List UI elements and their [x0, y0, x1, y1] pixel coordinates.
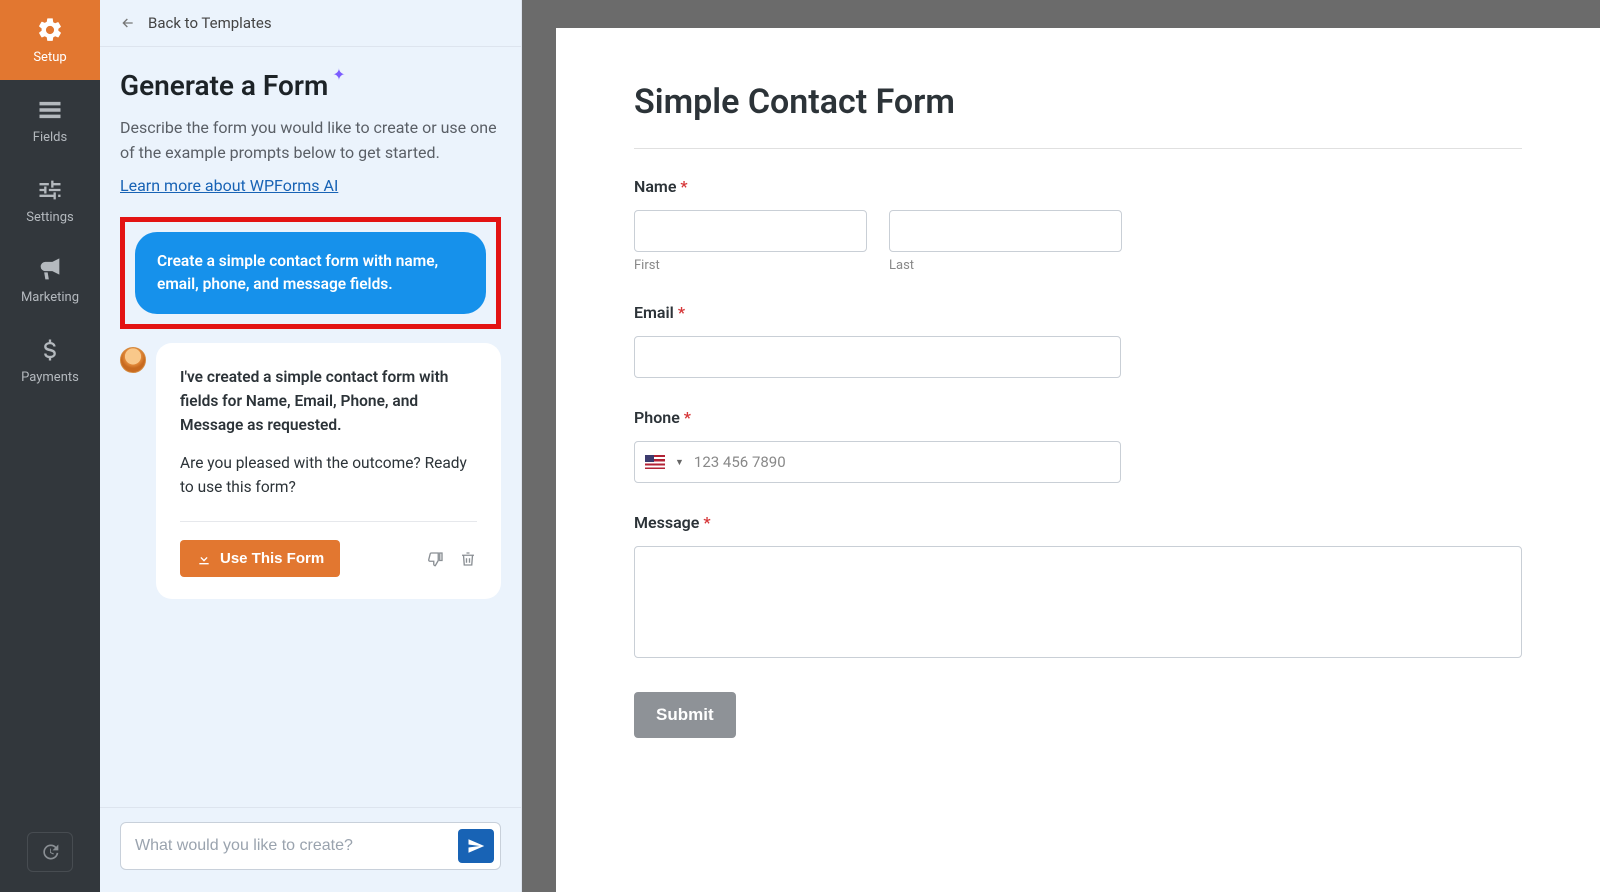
- submit-button[interactable]: Submit: [634, 692, 736, 738]
- flag-caret-icon: ▼: [675, 457, 684, 468]
- left-nav: Setup Fields Settings Marketing Payments: [0, 0, 100, 892]
- nav-label: Setup: [33, 50, 66, 65]
- message-label: Message*: [634, 513, 1522, 532]
- nav-fields[interactable]: Fields: [0, 80, 100, 160]
- phone-placeholder: 123 456 7890: [694, 453, 786, 471]
- gear-icon: [36, 16, 64, 44]
- nav-marketing[interactable]: Marketing: [0, 240, 100, 320]
- nav-label: Settings: [26, 210, 73, 225]
- use-btn-label: Use This Form: [220, 550, 324, 567]
- ai-message: I've created a simple contact form with …: [156, 343, 501, 599]
- arrow-left-icon: [120, 15, 136, 31]
- history-icon: [40, 842, 60, 862]
- ai-response-1: I've created a simple contact form with …: [180, 365, 477, 437]
- learn-more-link[interactable]: Learn more about WPForms AI: [120, 176, 338, 195]
- panel-title: Generate a Form: [120, 69, 328, 102]
- form-preview-area: Simple Contact Form Name* First Last Ema…: [522, 0, 1600, 892]
- ai-avatar: [120, 347, 146, 373]
- form-preview: Simple Contact Form Name* First Last Ema…: [556, 28, 1600, 892]
- chat-input[interactable]: [135, 837, 448, 855]
- last-name-input[interactable]: [889, 210, 1122, 252]
- user-message: Create a simple contact form with name, …: [135, 232, 486, 315]
- name-label: Name*: [634, 177, 1121, 196]
- phone-label: Phone*: [634, 408, 1522, 427]
- download-icon: [196, 551, 212, 567]
- field-name: Name* First Last: [634, 177, 1121, 273]
- bullhorn-icon: [36, 256, 64, 284]
- chat-input-area: [100, 807, 521, 892]
- last-sublabel: Last: [889, 258, 1122, 273]
- field-phone: Phone* ▼ 123 456 7890: [634, 408, 1522, 483]
- email-input[interactable]: [634, 336, 1121, 378]
- nav-setup[interactable]: Setup: [0, 0, 100, 80]
- sliders-icon: [36, 176, 64, 204]
- nav-label: Fields: [33, 130, 67, 145]
- send-icon: [467, 837, 485, 855]
- ai-response-2: Are you pleased with the outcome? Ready …: [180, 451, 477, 499]
- us-flag-icon: [645, 455, 665, 469]
- list-icon: [36, 96, 64, 124]
- nav-label: Payments: [21, 370, 79, 385]
- use-this-form-button[interactable]: Use This Form: [180, 540, 340, 577]
- first-sublabel: First: [634, 258, 867, 273]
- thumbs-down-icon[interactable]: [427, 550, 445, 568]
- back-label: Back to Templates: [148, 14, 272, 32]
- history-button[interactable]: [27, 832, 73, 872]
- email-label: Email*: [634, 303, 1522, 322]
- first-name-input[interactable]: [634, 210, 867, 252]
- message-input[interactable]: [634, 546, 1522, 658]
- send-button[interactable]: [458, 829, 494, 863]
- panel-description: Describe the form you would like to crea…: [120, 116, 501, 166]
- back-to-templates[interactable]: Back to Templates: [100, 0, 521, 47]
- field-email: Email*: [634, 303, 1522, 378]
- nav-footer: [0, 812, 100, 892]
- nav-payments[interactable]: Payments: [0, 320, 100, 400]
- form-title: Simple Contact Form: [634, 82, 1522, 149]
- nav-label: Marketing: [21, 290, 79, 305]
- field-message: Message*: [634, 513, 1522, 662]
- sparkle-icon: ✦: [332, 65, 345, 84]
- chat-area: Create a simple contact form with name, …: [100, 205, 521, 807]
- phone-input[interactable]: ▼ 123 456 7890: [634, 441, 1121, 483]
- nav-settings[interactable]: Settings: [0, 160, 100, 240]
- trash-icon[interactable]: [459, 550, 477, 568]
- dollar-icon: [36, 336, 64, 364]
- ai-panel: Back to Templates Generate a Form ✦ Desc…: [100, 0, 522, 892]
- prompt-highlight: Create a simple contact form with name, …: [120, 217, 501, 330]
